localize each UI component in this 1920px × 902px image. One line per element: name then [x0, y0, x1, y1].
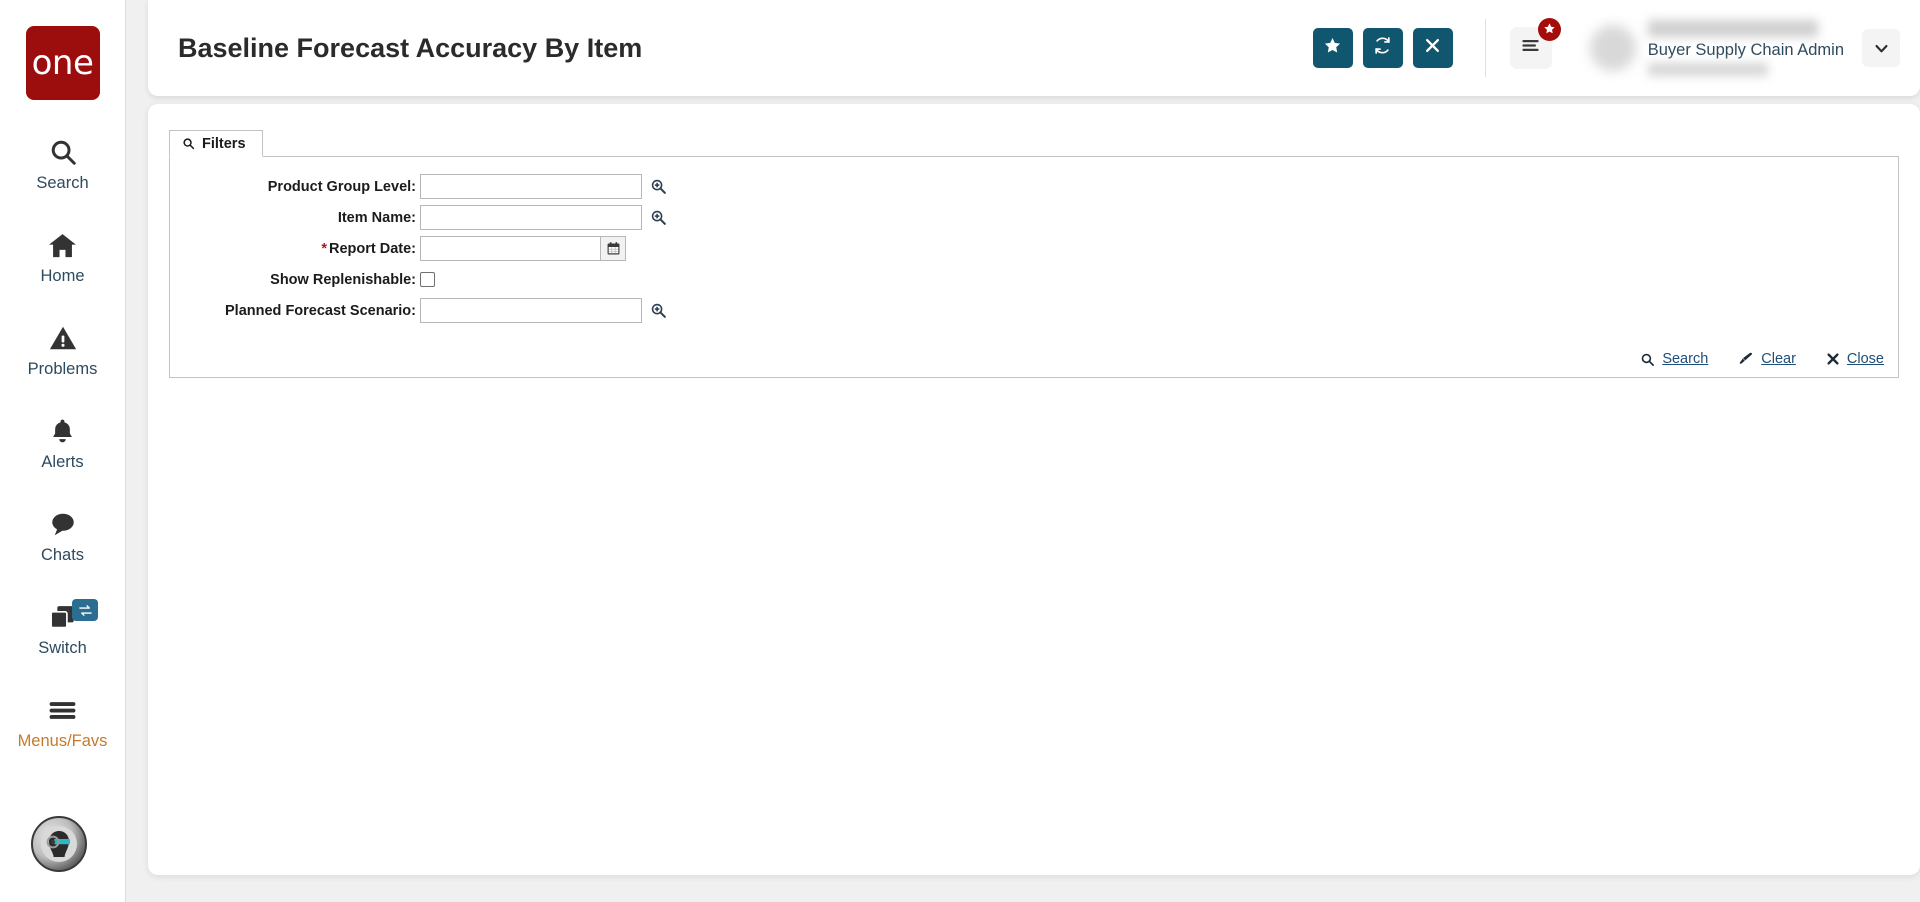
lookup-search-icon[interactable] — [650, 302, 667, 319]
field-show-replenishable: Show Replenishable: — [170, 264, 1898, 295]
sidebar-item-label: Home — [40, 267, 85, 285]
sidebar-item-label: Problems — [27, 360, 98, 378]
user-profile[interactable]: Buyer Supply Chain Admin — [1589, 19, 1900, 77]
clear-link-label: Clear — [1761, 351, 1796, 367]
left-sidebar: one Search Home Problems Alerts Chats Sw… — [0, 0, 126, 902]
user-text: Buyer Supply Chain Admin — [1647, 19, 1844, 77]
planned-forecast-scenario-input[interactable] — [420, 298, 642, 323]
field-label-text: Report Date: — [328, 240, 416, 257]
chevron-down-icon[interactable] — [1862, 29, 1900, 67]
clear-link[interactable]: Clear — [1738, 351, 1796, 367]
chat-bubble-icon — [48, 506, 78, 542]
search-link[interactable]: Search — [1640, 351, 1708, 367]
required-asterisk: * — [321, 240, 327, 257]
hamburger-icon — [1520, 35, 1541, 61]
field-label: Show Replenishable: — [270, 271, 416, 288]
sidebar-item-problems[interactable]: Problems — [0, 320, 125, 379]
show-replenishable-checkbox[interactable] — [420, 272, 435, 287]
page-title: Baseline Forecast Accuracy By Item — [178, 32, 643, 63]
field-label: * Report Date: — [170, 241, 420, 257]
field-report-date: * Report Date: — [170, 233, 1898, 264]
search-icon — [182, 137, 195, 150]
product-group-level-input[interactable] — [420, 174, 642, 199]
sidebar-item-alerts[interactable]: Alerts — [0, 413, 125, 472]
search-icon — [1640, 352, 1655, 367]
brand-logo-text: one — [31, 43, 94, 83]
warning-triangle-icon — [48, 320, 78, 356]
field-item-name: Item Name: — [170, 202, 1898, 233]
favorite-button[interactable] — [1312, 28, 1353, 68]
swap-arrows-icon[interactable] — [72, 599, 98, 621]
main-content-card: Filters Product Group Level: Item Name: — [148, 104, 1920, 875]
filters-panel: Filters Product Group Level: Item Name: — [169, 130, 1899, 378]
page-header: Baseline Forecast Accuracy By Item Buyer… — [148, 0, 1920, 96]
bell-icon — [48, 413, 77, 449]
close-x-icon — [1424, 37, 1441, 59]
brand-logo[interactable]: one — [25, 26, 100, 100]
eraser-icon — [1738, 351, 1754, 367]
menu-favorites-button[interactable] — [1509, 18, 1561, 69]
sidebar-item-menus-favs[interactable]: Menus/Favs — [0, 692, 125, 751]
search-icon — [48, 134, 78, 170]
home-icon — [47, 227, 78, 263]
close-link-label: Close — [1846, 351, 1884, 367]
close-button[interactable] — [1412, 28, 1453, 68]
sidebar-item-home[interactable]: Home — [0, 227, 125, 286]
favorites-badge — [1537, 18, 1561, 41]
refresh-icon — [1373, 36, 1392, 60]
field-product-group-level: Product Group Level: — [170, 171, 1898, 202]
sidebar-item-search[interactable]: Search — [0, 134, 125, 193]
search-link-label: Search — [1662, 351, 1709, 367]
report-date-input[interactable] — [420, 236, 600, 261]
close-link[interactable]: Close — [1826, 351, 1884, 367]
lookup-search-icon[interactable] — [650, 178, 667, 195]
filter-actions: Search Clear Close — [1610, 351, 1884, 367]
user-org — [1647, 63, 1768, 77]
field-planned-forecast-scenario: Planned Forecast Scenario: — [170, 295, 1898, 326]
star-icon — [1323, 36, 1342, 60]
header-actions: Buyer Supply Chain Admin — [1312, 18, 1920, 77]
lookup-search-icon[interactable] — [650, 209, 667, 226]
sidebar-item-label: Alerts — [41, 453, 84, 471]
tab-filters[interactable]: Filters — [169, 130, 263, 157]
header-divider — [1484, 19, 1486, 77]
item-name-input[interactable] — [420, 205, 642, 230]
star-icon — [1543, 22, 1556, 38]
refresh-button[interactable] — [1362, 28, 1403, 68]
field-label: Product Group Level: — [267, 178, 416, 195]
hamburger-icon — [47, 692, 78, 728]
field-label: Planned Forecast Scenario: — [225, 302, 416, 319]
calendar-icon[interactable] — [600, 236, 626, 261]
field-label: Item Name: — [337, 209, 416, 226]
tab-filters-label: Filters — [202, 135, 246, 152]
sidebar-item-label: Chats — [40, 546, 85, 564]
sidebar-item-label: Switch — [38, 639, 87, 657]
user-name — [1647, 19, 1818, 37]
user-role: Buyer Supply Chain Admin — [1647, 40, 1844, 59]
sidebar-item-switch[interactable]: Switch — [0, 599, 125, 658]
filters-tabstrip: Filters — [169, 130, 1899, 157]
sidebar-item-chats[interactable]: Chats — [0, 506, 125, 565]
close-x-icon — [1826, 352, 1840, 366]
filters-body: Product Group Level: Item Name: * Report… — [169, 157, 1899, 378]
sidebar-item-label: Menus/Favs — [17, 732, 108, 750]
avatar — [1589, 25, 1636, 71]
sidebar-item-label: Search — [36, 174, 89, 192]
robot-assistant-avatar[interactable] — [31, 816, 87, 872]
